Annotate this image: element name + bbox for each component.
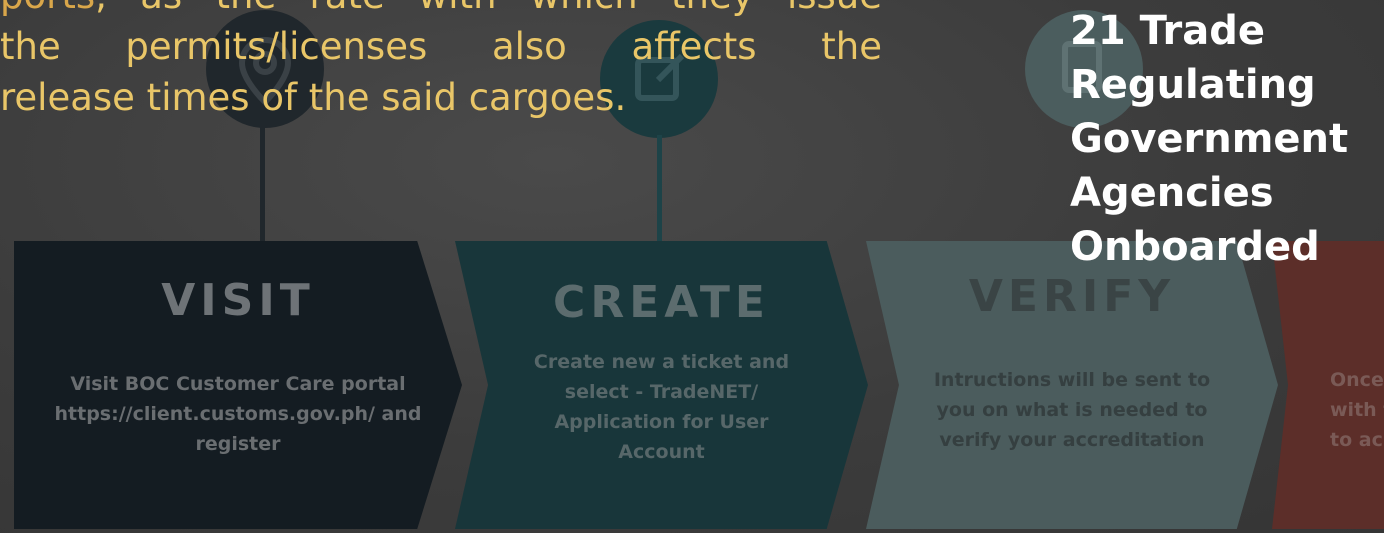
step-next: Once with t to ac bbox=[1272, 241, 1384, 529]
step-description: Visit BOC Customer Care portal https://c… bbox=[54, 373, 422, 455]
body-paragraph: ports, as the rate with which they issue… bbox=[0, 0, 882, 123]
paragraph-line: ports, as the rate with which they issue bbox=[0, 0, 882, 21]
step-description: Create new a ticket and select - TradeNE… bbox=[533, 351, 790, 463]
paragraph-line: the permits/licenses also affects the bbox=[0, 25, 882, 68]
step-title: VISIT bbox=[161, 275, 315, 326]
connector-line bbox=[657, 135, 662, 243]
step-description: Intructions will be sent to you on what … bbox=[933, 369, 1211, 451]
step-description: Once with t to ac bbox=[1330, 369, 1384, 451]
stat-heading: 21 Trade Regulating Government Agencies … bbox=[1070, 4, 1380, 274]
stat-line: Government bbox=[1070, 116, 1349, 162]
stat-line: 21 Trade bbox=[1070, 8, 1265, 54]
step-title: CREATE bbox=[553, 277, 770, 328]
stat-line: Regulating bbox=[1070, 62, 1316, 108]
paragraph-line: release times of the said cargoes. bbox=[0, 76, 627, 119]
step-verify: VERIFY Intructions will be sent to you o… bbox=[866, 241, 1278, 529]
step-visit: VISIT Visit BOC Customer Care portal htt… bbox=[14, 241, 462, 529]
connector-line bbox=[260, 125, 265, 243]
stat-line: Onboarded bbox=[1070, 224, 1320, 270]
slide: VISIT Visit BOC Customer Care portal htt… bbox=[0, 0, 1384, 533]
step-create: CREATE Create new a ticket and select - … bbox=[455, 241, 868, 529]
stat-line: Agencies bbox=[1070, 170, 1274, 216]
highlighted-text: ports bbox=[0, 0, 95, 17]
step-title: VERIFY bbox=[968, 271, 1176, 322]
paragraph-text: , as the rate with which they issue bbox=[95, 0, 882, 17]
